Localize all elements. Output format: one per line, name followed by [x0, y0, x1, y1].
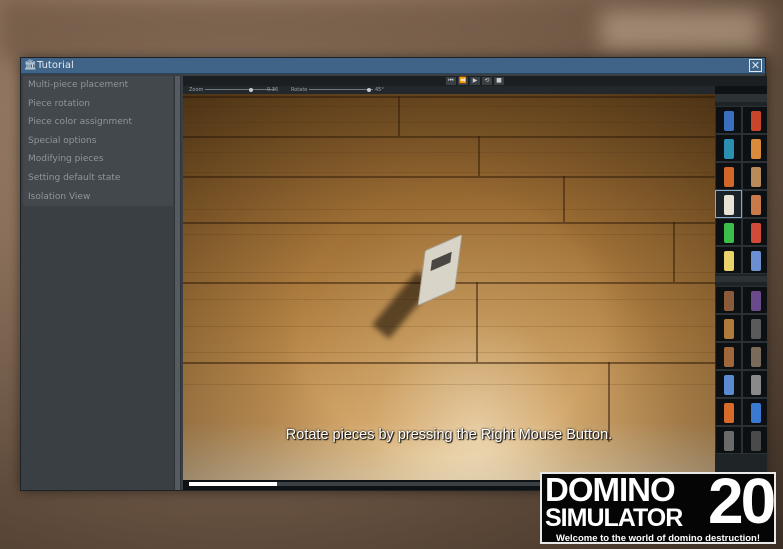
camera-controls: Zoom 0.36 Rotate 45° [183, 86, 715, 94]
palette-piece-cell[interactable] [742, 218, 767, 246]
palette-piece-cell[interactable] [715, 162, 742, 190]
piece-thumbnail [751, 139, 761, 159]
close-icon[interactable]: ✕ [749, 59, 762, 72]
piece-thumbnail [724, 139, 734, 159]
piece-thumbnail [724, 431, 734, 451]
piece-palette [715, 94, 767, 490]
piece-thumbnail [751, 251, 761, 271]
sidebar-item-piece-rotation[interactable]: Piece rotation [23, 95, 173, 114]
video-progress-fill [189, 482, 278, 486]
wooden-floor-scene [183, 94, 715, 480]
palette-piece-cell[interactable] [715, 370, 742, 398]
palette-piece-cell[interactable] [742, 190, 767, 218]
rotate-slider[interactable] [309, 89, 373, 90]
piece-thumbnail [724, 251, 734, 271]
piece-thumbnail [751, 223, 761, 243]
palette-piece-cell[interactable] [742, 342, 767, 370]
piece-thumbnail [751, 195, 761, 215]
piece-thumbnail [724, 111, 734, 131]
sidebar-item-setting-default-state[interactable]: Setting default state [23, 169, 173, 188]
palette-piece-cell[interactable] [742, 314, 767, 342]
piece-thumbnail [724, 167, 734, 187]
palette-piece-cell[interactable] [715, 426, 742, 454]
rotate-slider-knob[interactable] [367, 88, 371, 92]
piece-thumbnail [724, 375, 734, 395]
piece-thumbnail [751, 291, 761, 311]
tutorial-video: ⏮ ⏪ ▶ ⟲ ■ Zoom 0.36 Rotate 45° Rotate pi… [183, 76, 767, 490]
palette-piece-cell[interactable] [715, 246, 742, 274]
palette-piece-cell[interactable] [715, 314, 742, 342]
logo-number: 20 [708, 465, 776, 537]
stop-icon[interactable]: ■ [494, 77, 504, 85]
palette-piece-cell[interactable] [742, 370, 767, 398]
palette-piece-cell[interactable] [715, 106, 742, 134]
piece-thumbnail [751, 347, 761, 367]
piece-thumbnail [751, 403, 761, 423]
step-back-icon[interactable]: ⏪ [458, 77, 468, 85]
building-icon: 🏛︎ [24, 59, 37, 71]
piece-thumbnail [724, 403, 734, 423]
loop-icon[interactable]: ⟲ [482, 77, 492, 85]
zoom-slider-knob[interactable] [249, 88, 253, 92]
tutorial-window: 🏛︎ Tutorial ✕ Multi-piece placement Piec… [20, 57, 767, 491]
sidebar-item-piece-color-assignment[interactable]: Piece color assignment [23, 113, 173, 132]
sidebar-scrollbar[interactable] [174, 76, 181, 490]
piece-thumbnail [724, 347, 734, 367]
sidebar-item-special-options[interactable]: Special options [23, 132, 173, 151]
window-titlebar[interactable]: 🏛︎ Tutorial ✕ [21, 58, 765, 74]
palette-piece-cell[interactable] [715, 398, 742, 426]
play-icon[interactable]: ▶ [470, 77, 480, 85]
palette-piece-cell[interactable] [742, 426, 767, 454]
sidebar-item-multi-piece-placement[interactable]: Multi-piece placement [23, 76, 173, 95]
zoom-label: Zoom [189, 87, 204, 93]
sidebar-item-isolation-view[interactable]: Isolation View [23, 188, 173, 207]
palette-header [715, 94, 767, 102]
piece-thumbnail [724, 291, 734, 311]
palette-piece-cell[interactable] [742, 398, 767, 426]
logo-line1: DOMINO [545, 471, 676, 508]
palette-piece-cell[interactable] [742, 162, 767, 190]
logo-line2: SIMULATOR [545, 504, 683, 532]
palette-separator [715, 276, 767, 282]
palette-piece-cell[interactable] [715, 134, 742, 162]
scrollbar-thumb[interactable] [175, 76, 180, 490]
rotate-value: 45° [375, 87, 384, 93]
piece-thumbnail [751, 431, 761, 451]
piece-thumbnail [751, 167, 761, 187]
palette-piece-cell[interactable] [742, 106, 767, 134]
piece-thumbnail [751, 319, 761, 339]
piece-thumbnail [724, 195, 734, 215]
palette-piece-cell[interactable] [742, 134, 767, 162]
window-title: Tutorial [37, 60, 74, 71]
sidebar-item-modifying-pieces[interactable]: Modifying pieces [23, 150, 173, 169]
palette-piece-cell[interactable] [715, 286, 742, 314]
palette-piece-cell[interactable] [715, 190, 742, 218]
piece-thumbnail [751, 375, 761, 395]
background-blur [600, 10, 760, 50]
tutorial-topic-list: Multi-piece placement Piece rotation Pie… [23, 76, 173, 206]
palette-piece-cell[interactable] [715, 342, 742, 370]
skip-back-icon[interactable]: ⏮ [446, 77, 456, 85]
palette-piece-cell[interactable] [715, 218, 742, 246]
piece-thumbnail [751, 111, 761, 131]
logo-tagline: Welcome to the world of domino destructi… [555, 533, 761, 544]
tutorial-subtitle: Rotate pieces by pressing the Right Mous… [285, 427, 613, 443]
video-toolbar: ⏮ ⏪ ▶ ⟲ ■ [183, 76, 767, 86]
piece-thumbnail [724, 223, 734, 243]
piece-thumbnail [724, 319, 734, 339]
palette-piece-cell[interactable] [742, 246, 767, 274]
palette-piece-cell[interactable] [742, 286, 767, 314]
domino-simulator-logo: DOMINO SIMULATOR 20 Welcome to the world… [540, 468, 776, 544]
zoom-slider[interactable] [205, 89, 275, 90]
zoom-value: 0.36 [267, 87, 279, 93]
rotate-label: Rotate [291, 87, 308, 93]
